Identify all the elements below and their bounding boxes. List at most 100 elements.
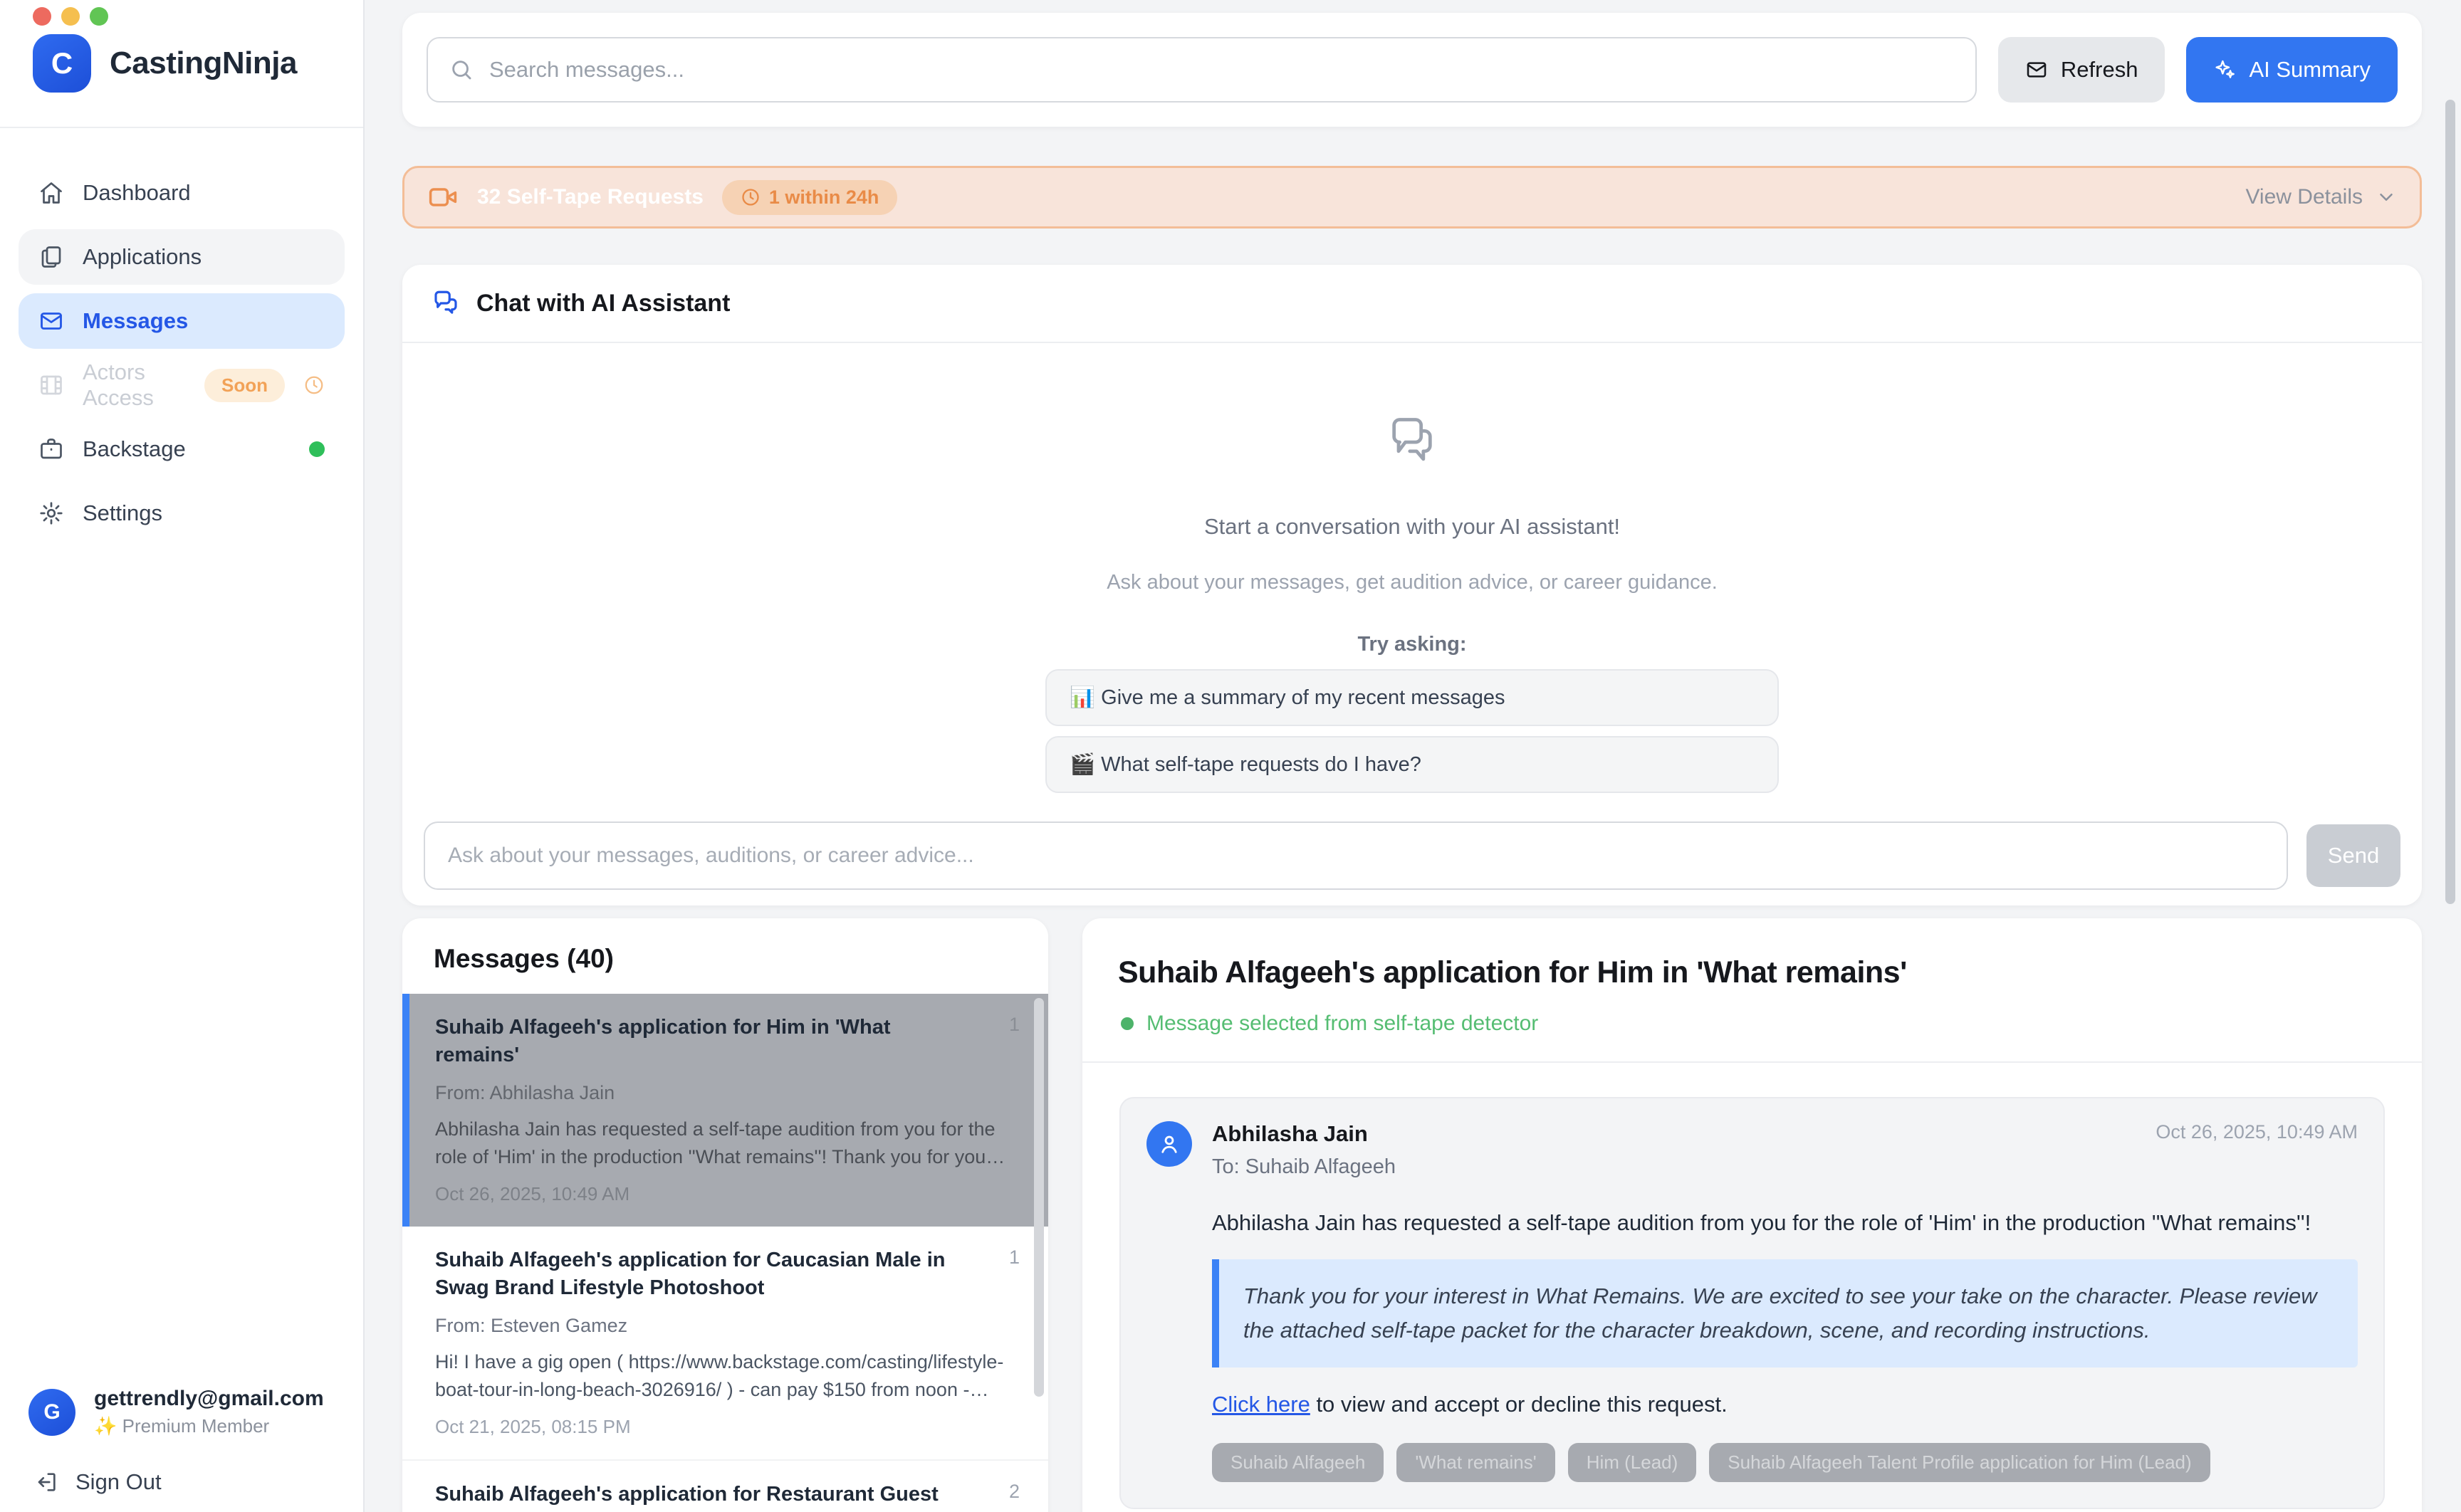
recipient: To: Suhaib Alfageeh (1212, 1155, 1396, 1179)
sign-out-icon (34, 1470, 58, 1494)
ai-assistant-panel: Chat with AI Assistant Start a conversat… (402, 265, 2422, 905)
message-count-badge: 2 (1009, 1481, 1020, 1503)
video-camera-icon (427, 182, 459, 213)
self-tape-banner[interactable]: 32 Self-Tape Requests 1 within 24h View … (402, 166, 2422, 229)
page-scrollbar[interactable] (2445, 100, 2455, 904)
message-card-header: Abhilasha Jain To: Suhaib Alfageeh Oct 2… (1146, 1121, 2358, 1179)
clock-icon (303, 374, 325, 396)
search-icon (449, 58, 474, 82)
message-detail-panel: Suhaib Alfageeh's application for Him in… (1082, 918, 2422, 1512)
detail-status: Message selected from self-tape detector (1082, 990, 2422, 1063)
sidebar-item-settings[interactable]: Settings (19, 485, 345, 541)
online-indicator-dot (309, 441, 325, 457)
search-field[interactable] (427, 37, 1977, 103)
sign-out-button[interactable]: Sign Out (34, 1469, 162, 1495)
gear-icon (38, 500, 64, 526)
messages-list-panel: Messages (40) Suhaib Alfageeh's applicat… (402, 918, 1048, 1512)
message-title: Suhaib Alfageeh's application for Restau… (435, 1481, 1005, 1512)
divider (0, 127, 363, 128)
message-title: Suhaib Alfageeh's application for Caucas… (435, 1246, 1005, 1302)
cta-suffix: to view and accept or decline this reque… (1310, 1392, 1728, 1417)
sidebar-item-label: Messages (83, 308, 188, 334)
user-email: gettrendly@gmail.com (94, 1387, 324, 1411)
view-details-button[interactable]: View Details (2245, 185, 2397, 209)
close-button[interactable] (33, 7, 51, 26)
suggestion-selftape-button[interactable]: 🎬 What self-tape requests do I have? (1045, 736, 1779, 793)
ai-summary-label: AI Summary (2249, 57, 2371, 83)
send-button[interactable]: Send (2306, 824, 2400, 887)
sparkles-icon (2213, 58, 2236, 81)
zoom-button[interactable] (90, 7, 108, 26)
message-list-item[interactable]: Suhaib Alfageeh's application for Restau… (402, 1461, 1048, 1512)
tag: Suhaib Alfageeh Talent Profile applicati… (1709, 1443, 2210, 1482)
ai-summary-button[interactable]: AI Summary (2186, 37, 2398, 103)
sidebar-item-label: Settings (83, 500, 162, 526)
message-date: Oct 26, 2025, 10:49 AM (435, 1183, 1005, 1205)
message-list-item[interactable]: Suhaib Alfageeh's application for Caucas… (402, 1227, 1048, 1461)
avatar-initial: G (43, 1400, 60, 1424)
top-toolbar: Refresh AI Summary (402, 13, 2422, 127)
brand-name: CastingNinja (110, 46, 297, 81)
sidebar-item-label: Dashboard (83, 180, 191, 206)
list-scrollbar[interactable] (1034, 998, 1044, 1397)
chat-bubbles-icon (1385, 413, 1439, 467)
message-preview: Abhilasha Jain has requested a self-tape… (435, 1115, 1005, 1170)
tag: Him (Lead) (1568, 1443, 1697, 1482)
message-cta: Click here to view and accept or decline… (1212, 1392, 2358, 1417)
sender-name: Abhilasha Jain (1212, 1121, 1396, 1147)
message-body: Abhilasha Jain has requested a self-tape… (1212, 1207, 2358, 1238)
sidebar-item-dashboard[interactable]: Dashboard (19, 165, 345, 221)
message-quote: Thank you for your interest in What Rema… (1212, 1259, 2358, 1367)
status-dot (1121, 1017, 1134, 1030)
chat-input[interactable] (424, 821, 2288, 890)
sidebar-item-applications[interactable]: Applications (19, 229, 345, 285)
user-profile[interactable]: G gettrendly@gmail.com ✨ Premium Member (28, 1387, 324, 1437)
tag: Suhaib Alfageeh (1212, 1443, 1384, 1482)
avatar: G (28, 1389, 75, 1436)
ai-assistant-title: Chat with AI Assistant (476, 290, 730, 317)
briefcase-icon (38, 436, 64, 462)
chevron-down-icon (2376, 187, 2397, 208)
refresh-button[interactable]: Refresh (1998, 37, 2165, 103)
try-asking-label: Try asking: (402, 633, 2422, 656)
refresh-envelope-icon (2025, 58, 2048, 81)
sidebar-item-label: Actors Access (83, 359, 186, 411)
ai-assistant-header: Chat with AI Assistant (402, 265, 2422, 343)
message-date: Oct 21, 2025, 08:15 PM (435, 1416, 1005, 1438)
minimize-button[interactable] (61, 7, 80, 26)
message-count-badge: 1 (1009, 1246, 1020, 1269)
suggestion-summary-button[interactable]: 📊 Give me a summary of my recent message… (1045, 669, 1779, 726)
chat-input-row: Send (424, 821, 2400, 890)
brand: C CastingNinja (33, 34, 297, 93)
brand-initial: C (51, 46, 73, 80)
message-from: From: Esteven Gamez (435, 1315, 1005, 1337)
message-list-item[interactable]: Suhaib Alfageeh's application for Him in… (402, 994, 1048, 1227)
banner-pill-label: 1 within 24h (769, 187, 879, 209)
sidebar-item-label: Applications (83, 244, 202, 270)
sidebar-item-backstage[interactable]: Backstage (19, 421, 345, 477)
sign-out-label: Sign Out (75, 1469, 162, 1495)
search-input[interactable] (489, 57, 1954, 83)
clock-icon (741, 187, 761, 207)
sidebar-item-messages[interactable]: Messages (19, 293, 345, 349)
soon-badge: Soon (204, 369, 285, 402)
person-icon (1157, 1132, 1181, 1156)
user-membership: ✨ Premium Member (94, 1415, 324, 1437)
refresh-label: Refresh (2061, 57, 2138, 83)
sidebar: C CastingNinja Dashboard Applications Me… (0, 0, 365, 1512)
message-title: Suhaib Alfageeh's application for Him in… (435, 1014, 1005, 1069)
empty-state-subtitle: Ask about your messages, get audition ad… (402, 571, 2422, 594)
click-here-link[interactable]: Click here (1212, 1392, 1310, 1417)
sidebar-item-actors-access[interactable]: Actors Access Soon (19, 357, 345, 413)
message-timestamp: Oct 26, 2025, 10:49 AM (2156, 1121, 2358, 1179)
messages-list-header: Messages (40) (402, 918, 1048, 994)
banner-title: 32 Self-Tape Requests (477, 185, 704, 209)
sender-avatar (1146, 1121, 1192, 1167)
message-preview: Hi! I have a gig open ( https://www.back… (435, 1348, 1005, 1403)
view-details-label: View Details (2245, 185, 2363, 209)
home-icon (38, 180, 64, 206)
applications-icon (38, 244, 64, 270)
message-from: From: Abhilasha Jain (435, 1082, 1005, 1104)
detail-title: Suhaib Alfageeh's application for Him in… (1082, 918, 2422, 990)
message-count-badge: 1 (1009, 1014, 1020, 1036)
